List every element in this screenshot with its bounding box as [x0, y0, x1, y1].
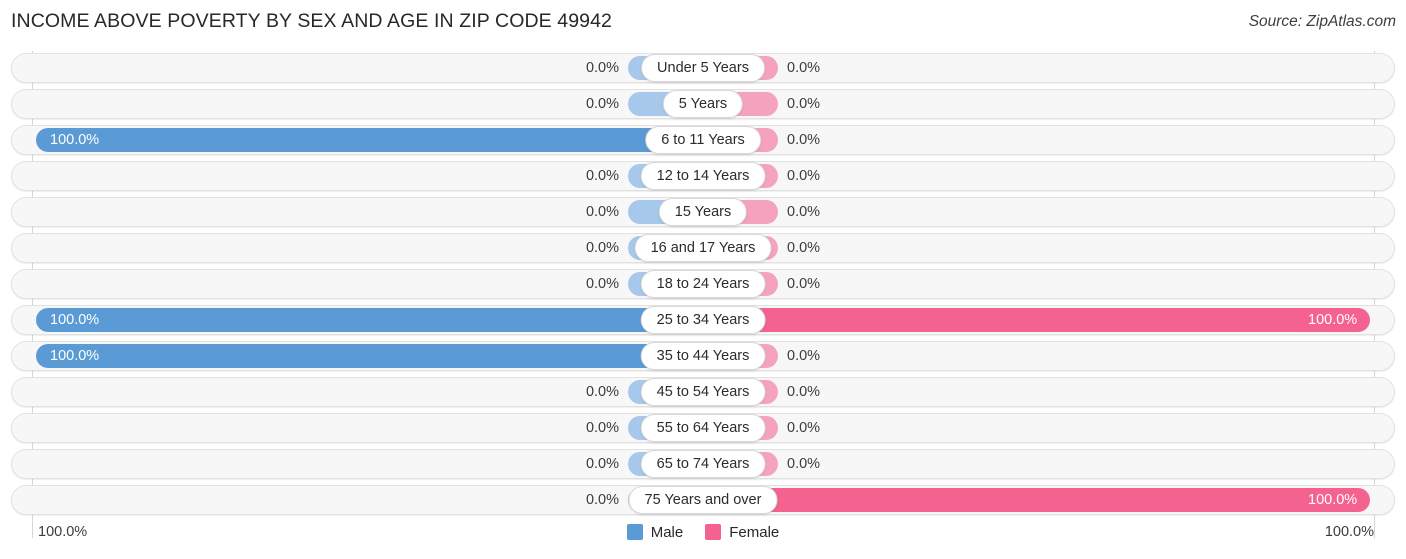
value-label-male: 0.0%	[585, 240, 619, 256]
category-label-pill: Under 5 Years	[641, 54, 765, 82]
value-label-male: 0.0%	[585, 492, 619, 508]
chart-row: 0.0% 0.0% 12 to 14 Years	[11, 161, 1395, 191]
legend-swatch-female-icon	[705, 524, 722, 540]
value-label-female: 0.0%	[787, 168, 821, 184]
bar-female[interactable]	[703, 308, 1370, 332]
chart-row: 0.0% 0.0% 18 to 24 Years	[11, 269, 1395, 299]
chart-footer: 100.0% 100.0% Male Female	[11, 521, 1395, 549]
value-label-male: 0.0%	[585, 456, 619, 472]
bar-female[interactable]	[703, 488, 1370, 512]
value-label-male: 0.0%	[585, 420, 619, 436]
chart-row: 0.0% 0.0% 5 Years	[11, 89, 1395, 119]
value-label-female: 0.0%	[787, 384, 821, 400]
value-label-male: 0.0%	[585, 168, 619, 184]
bar-male[interactable]	[36, 128, 703, 152]
value-label-female: 0.0%	[787, 60, 821, 76]
category-label-pill: 55 to 64 Years	[640, 414, 766, 442]
value-label-female: 0.0%	[787, 240, 821, 256]
chart-row: 0.0% 0.0% 16 and 17 Years	[11, 233, 1395, 263]
chart-row: 0.0% 0.0% Under 5 Years	[11, 53, 1395, 83]
legend-item-female[interactable]: Female	[705, 524, 779, 541]
chart-row: 100.0% 100.0% 25 to 34 Years	[11, 305, 1395, 335]
legend-swatch-male-icon	[626, 524, 643, 540]
chart-row: 0.0% 0.0% 65 to 74 Years	[11, 449, 1395, 479]
value-label-female: 0.0%	[787, 276, 821, 292]
value-label-male: 0.0%	[585, 276, 619, 292]
value-label-female: 0.0%	[787, 204, 821, 220]
chart-row: 100.0% 0.0% 6 to 11 Years	[11, 125, 1395, 155]
value-label-male: 0.0%	[585, 60, 619, 76]
category-label-pill: 25 to 34 Years	[640, 306, 766, 334]
category-label-pill: 45 to 54 Years	[640, 378, 766, 406]
value-label-female: 0.0%	[787, 132, 821, 148]
chart-plot-area: 0.0% 0.0% Under 5 Years 0.0% 0.0% 5 Years 100.…	[11, 51, 1395, 538]
category-label-pill: 65 to 74 Years	[640, 450, 766, 478]
legend-label-male: Male	[650, 523, 684, 541]
value-label-female: 100.0%	[1308, 312, 1358, 328]
bar-male[interactable]	[36, 344, 703, 368]
chart-row: 0.0% 100.0% 75 Years and over	[11, 485, 1395, 515]
value-label-female: 100.0%	[1308, 492, 1358, 508]
source-attribution: Source: ZipAtlas.com	[1248, 13, 1396, 30]
value-label-female: 0.0%	[787, 420, 821, 436]
category-label-pill: 5 Years	[662, 90, 744, 118]
value-label-female: 0.0%	[787, 348, 821, 364]
value-label-male: 0.0%	[585, 96, 619, 112]
page-title: INCOME ABOVE POVERTY BY SEX AND AGE IN Z…	[11, 10, 613, 32]
chart-legend: Male Female	[11, 521, 1395, 543]
chart-row: 0.0% 0.0% 55 to 64 Years	[11, 413, 1395, 443]
value-label-male: 0.0%	[585, 204, 619, 220]
category-label-pill: 6 to 11 Years	[645, 126, 761, 154]
chart-row: 0.0% 0.0% 45 to 54 Years	[11, 377, 1395, 407]
value-label-male: 100.0%	[50, 132, 100, 148]
bar-male[interactable]	[36, 308, 703, 332]
value-label-male: 100.0%	[50, 312, 100, 328]
category-label-pill: 35 to 44 Years	[640, 342, 766, 370]
chart-page: INCOME ABOVE POVERTY BY SEX AND AGE IN Z…	[0, 0, 1406, 559]
value-label-female: 0.0%	[787, 456, 821, 472]
category-label-pill: 12 to 14 Years	[640, 162, 766, 190]
category-label-pill: 75 Years and over	[628, 486, 778, 514]
value-label-female: 0.0%	[787, 96, 821, 112]
chart-row: 100.0% 0.0% 35 to 44 Years	[11, 341, 1395, 371]
legend-label-female: Female	[729, 523, 780, 541]
value-label-male: 0.0%	[585, 384, 619, 400]
value-label-male: 100.0%	[50, 348, 100, 364]
chart-row: 0.0% 0.0% 15 Years	[11, 197, 1395, 227]
legend-item-male[interactable]: Male	[626, 523, 684, 541]
category-label-pill: 15 Years	[658, 198, 748, 226]
category-label-pill: 16 and 17 Years	[634, 234, 772, 262]
category-label-pill: 18 to 24 Years	[640, 270, 766, 298]
